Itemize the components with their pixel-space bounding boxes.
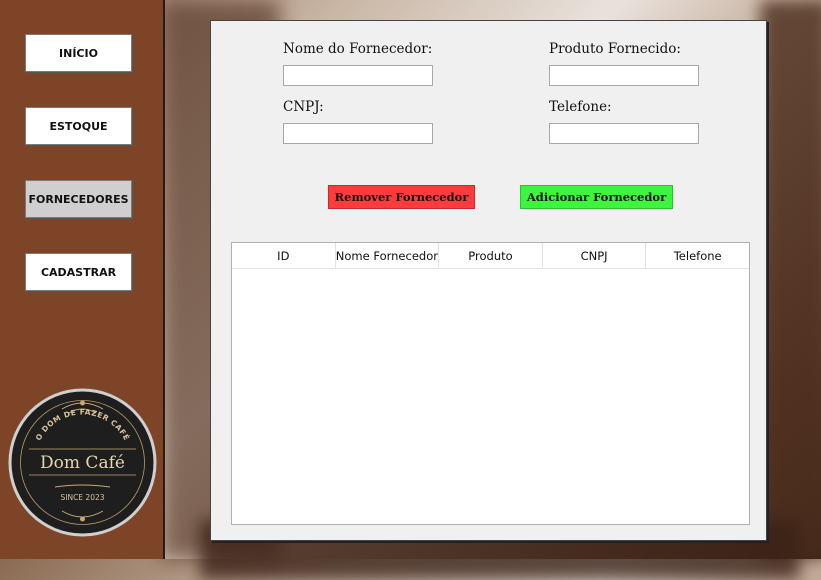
cnpj-field[interactable] (283, 123, 433, 144)
product-field[interactable] (549, 65, 699, 86)
supplier-panel: Nome do Fornecedor: Produto Fornecido: C… (210, 20, 767, 541)
phone-label: Telefone: (549, 99, 612, 115)
supplier-name-label: Nome do Fornecedor: (283, 41, 433, 57)
add-supplier-button[interactable]: Adicionar Fornecedor (520, 185, 673, 209)
cnpj-label: CNPJ: (283, 99, 324, 115)
logo-name: Dom Café (40, 453, 125, 473)
column-header-product[interactable]: Produto (439, 243, 543, 268)
nav-estoque-button[interactable]: ESTOQUE (25, 107, 132, 145)
supplier-name-field[interactable] (283, 65, 433, 86)
background-blur (760, 0, 821, 559)
nav-inicio-button[interactable]: INÍCIO (25, 34, 132, 72)
column-header-cnpj[interactable]: CNPJ (543, 243, 647, 268)
nav-cadastrar-button[interactable]: CADASTRAR (25, 253, 132, 291)
phone-field[interactable] (549, 123, 699, 144)
product-label: Produto Fornecido: (549, 41, 681, 57)
remove-supplier-button[interactable]: Remover Fornecedor (328, 185, 475, 209)
sidebar: INÍCIO ESTOQUE FORNECEDORES CADASTRAR O … (0, 0, 165, 559)
dom-cafe-logo: O DOM DE FAZER CAFÉ Dom Café SINCE 2023 (8, 388, 157, 537)
column-header-phone[interactable]: Telefone (646, 243, 749, 268)
logo-since: SINCE 2023 (60, 493, 104, 502)
suppliers-table: ID Nome Fornecedor Produto CNPJ Telefone (231, 242, 750, 525)
nav-fornecedores-button[interactable]: FORNECEDORES (25, 180, 132, 218)
column-header-supplier-name[interactable]: Nome Fornecedor (336, 243, 440, 268)
table-header: ID Nome Fornecedor Produto CNPJ Telefone (232, 243, 749, 269)
column-header-id[interactable]: ID (232, 243, 336, 268)
